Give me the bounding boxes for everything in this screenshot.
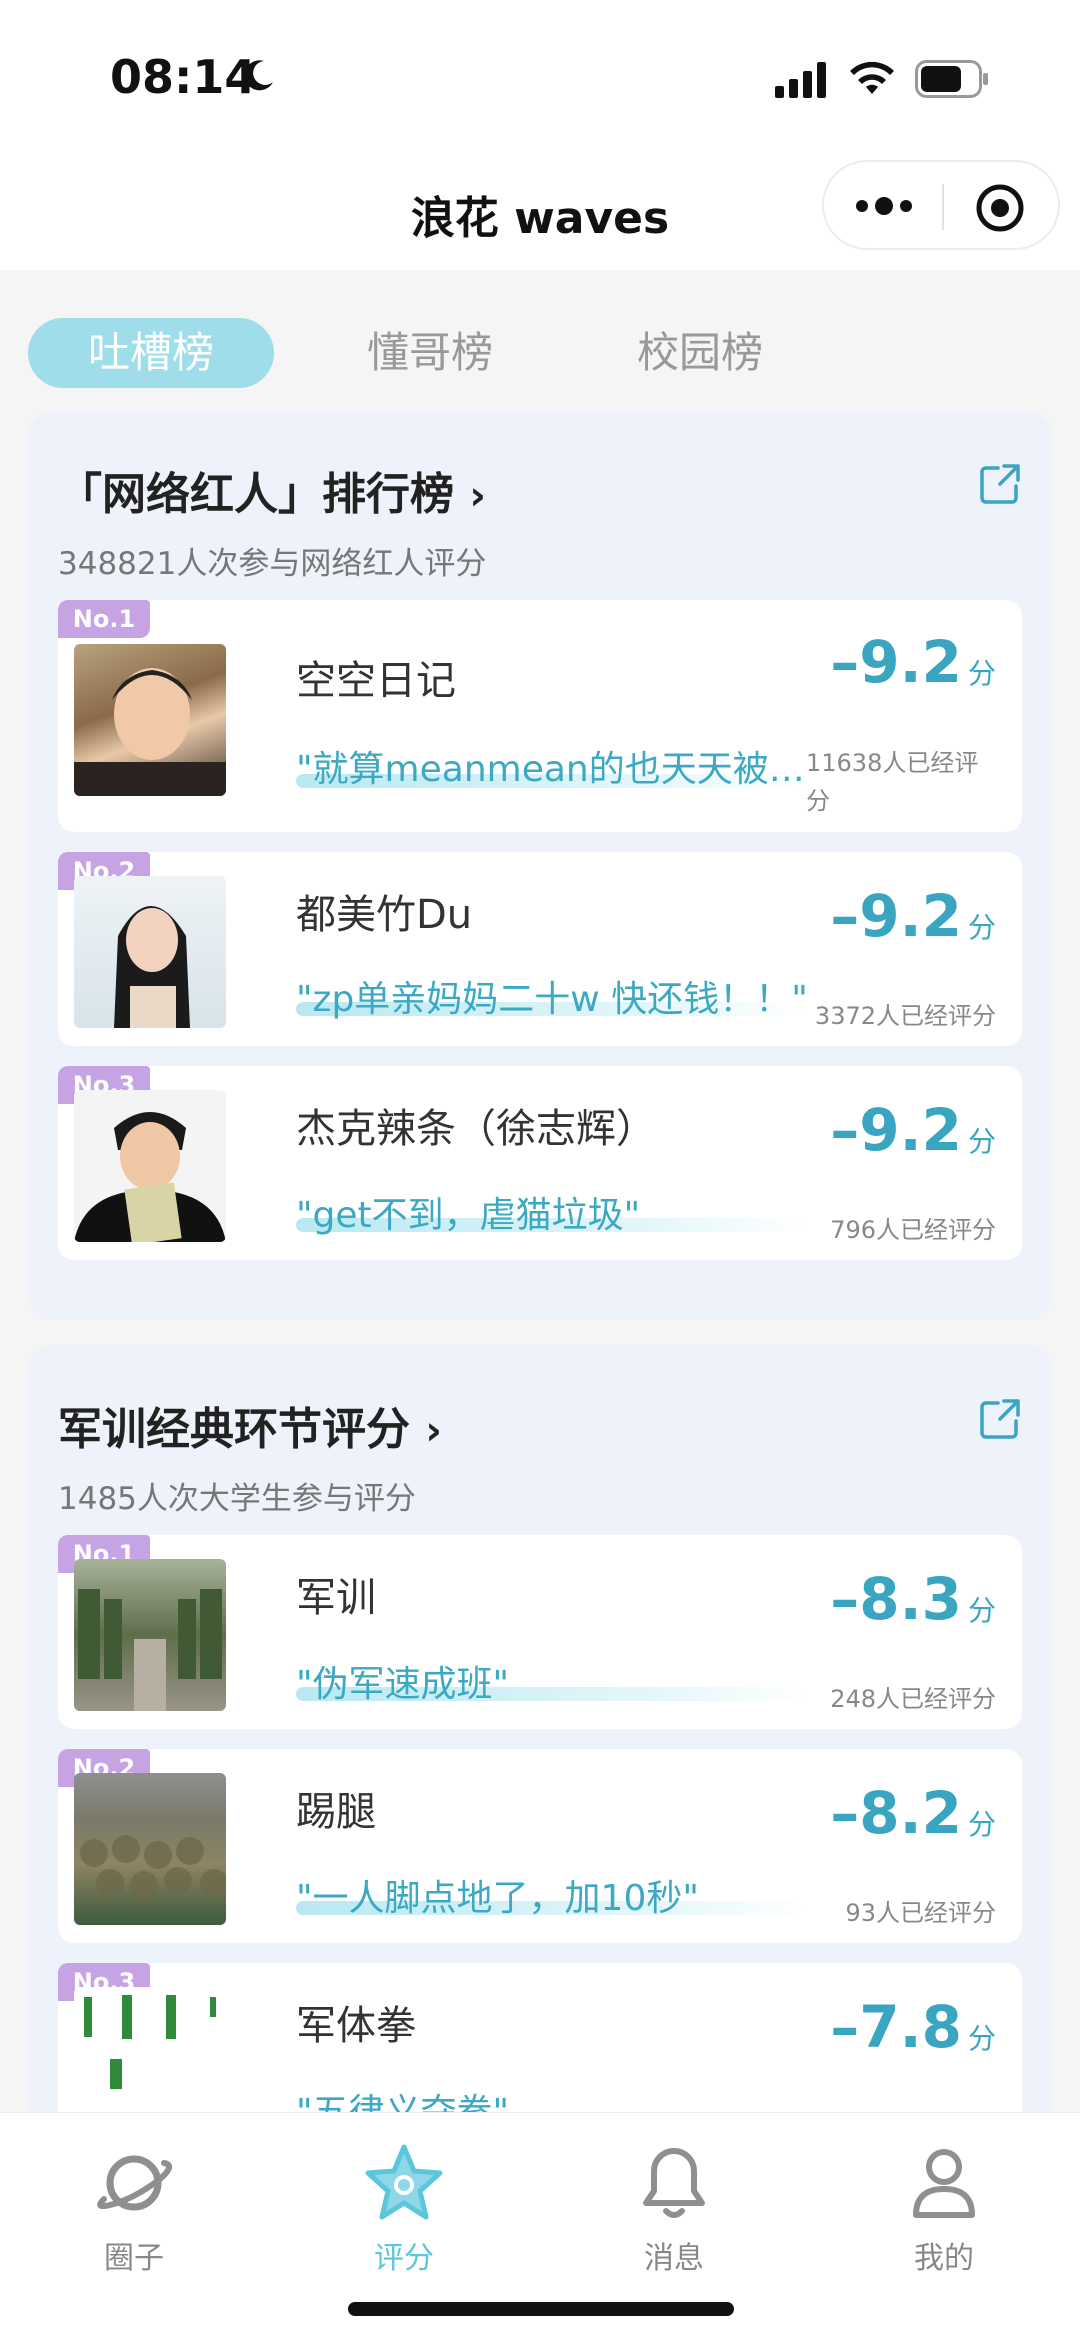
planet-icon [97, 2155, 173, 2211]
bell-icon [643, 2148, 705, 2218]
tab-campus[interactable]: 校园榜 [600, 318, 800, 388]
rating-count: 93人已经评分 [845, 1899, 996, 1927]
title-bar: 浪花 waves [0, 160, 1080, 270]
close-target-icon[interactable] [974, 182, 1026, 234]
section-title-link[interactable]: 军训经典环节评分 › [58, 1393, 442, 1457]
avatar [74, 1559, 226, 1711]
share-icon[interactable] [978, 462, 1022, 506]
chevron-right-icon: › [425, 1408, 442, 1454]
ranking-section-internet-celebrities: 「网络红人」排行榜 › 348821人次参与网络红人评分 No.1 空空日记 "… [28, 412, 1052, 1320]
item-score: –9.2 [830, 1096, 962, 1164]
item-name: 军体拳 [296, 2003, 416, 2049]
nav-circle[interactable]: 圈子 [34, 2143, 234, 2277]
wifi-icon [850, 61, 894, 94]
list-item[interactable]: No.2 踢腿 "一人脚点地了，加10秒" –8.2 分 93人已经评分 [58, 1749, 1022, 1943]
score-unit: 分 [967, 911, 996, 944]
tab-expert[interactable]: 懂哥榜 [330, 318, 530, 388]
nav-rating[interactable]: 评分 [304, 2143, 504, 2277]
avatar [74, 644, 226, 796]
section-title-link[interactable]: 「网络红人」排行榜 › [58, 458, 486, 522]
tab-complaint[interactable]: 吐槽榜 [28, 318, 274, 388]
status-time: 08:14 [110, 50, 257, 104]
item-quote: "zp单亲妈妈二十w 快还钱！！" [296, 979, 808, 1020]
share-icon[interactable] [978, 1397, 1022, 1441]
item-score: –8.2 [830, 1779, 962, 1847]
nav-label: 消息 [644, 2241, 704, 2276]
rating-count: 796人已经评分 [830, 1216, 996, 1244]
avatar [74, 1090, 226, 1242]
rating-count: 248人已经评分 [830, 1685, 996, 1713]
home-indicator[interactable] [348, 2302, 734, 2316]
rating-count: 3372人已经评分 [814, 1002, 996, 1030]
rating-count: 11638人已经评分 [806, 749, 979, 815]
item-name: 踢腿 [296, 1789, 376, 1835]
cellular-signal-icon [775, 62, 826, 98]
nav-label: 我的 [914, 2241, 974, 2276]
section-title: 军训经典环节评分 [58, 1404, 410, 1455]
item-quote: "就算meanmean的也天天被叫… [296, 749, 826, 790]
battery-icon [915, 60, 988, 98]
list-item[interactable]: No.3 杰克辣条（徐志辉） "get不到，虐猫垃圾" –9.2 分 796人已… [58, 1066, 1022, 1260]
moon-icon [244, 60, 273, 91]
list-item[interactable]: No.1 空空日记 "就算meanmean的也天天被叫… –9.2 分 1163… [58, 600, 1022, 832]
nav-profile[interactable]: 我的 [844, 2143, 1044, 2277]
item-name: 都美竹Du [296, 892, 473, 938]
list-item[interactable]: No.1 军训 "伪军速成班" –8.3 分 248人已经评分 [58, 1535, 1022, 1729]
rank-badge: No.1 [58, 600, 150, 638]
capsule-divider [942, 184, 944, 230]
chevron-right-icon: › [469, 473, 486, 519]
section-subtitle: 348821人次参与网络红人评分 [58, 546, 487, 582]
avatar [74, 1773, 226, 1925]
more-dots-icon[interactable] [854, 188, 914, 224]
item-score: –9.2 [830, 628, 962, 696]
item-quote: "伪军速成班" [296, 1664, 510, 1705]
score-unit: 分 [967, 1594, 996, 1627]
score-unit: 分 [967, 1808, 996, 1841]
nav-label: 评分 [374, 2241, 434, 2276]
item-name: 杰克辣条（徐志辉） [296, 1106, 656, 1152]
nav-messages[interactable]: 消息 [574, 2143, 774, 2277]
status-bar: 08:14 [0, 0, 1080, 160]
item-name: 军训 [296, 1575, 376, 1621]
score-unit: 分 [967, 2022, 996, 2055]
item-quote: "get不到，虐猫垃圾" [296, 1195, 641, 1236]
section-subtitle: 1485人次大学生参与评分 [58, 1481, 416, 1517]
ranking-section-military-training: 军训经典环节评分 › 1485人次大学生参与评分 No.1 军训 "伪军速成班"… [28, 1345, 1052, 2157]
avatar [74, 876, 226, 1028]
item-score: –7.8 [830, 1993, 962, 2061]
item-quote: "一人脚点地了，加10秒" [296, 1878, 699, 1919]
item-score: –9.2 [830, 882, 962, 950]
nav-label: 圈子 [104, 2241, 164, 2276]
person-icon [913, 2149, 975, 2218]
score-unit: 分 [967, 1125, 996, 1158]
section-title: 「网络红人」排行榜 [58, 469, 454, 520]
item-name: 空空日记 [296, 658, 456, 704]
score-unit: 分 [967, 657, 996, 690]
mini-program-capsule [822, 160, 1060, 250]
list-item[interactable]: No.2 都美竹Du "zp单亲妈妈二十w 快还钱！！" –9.2 分 3372… [58, 852, 1022, 1046]
star-icon [365, 2144, 443, 2220]
item-score: –8.3 [830, 1565, 962, 1633]
